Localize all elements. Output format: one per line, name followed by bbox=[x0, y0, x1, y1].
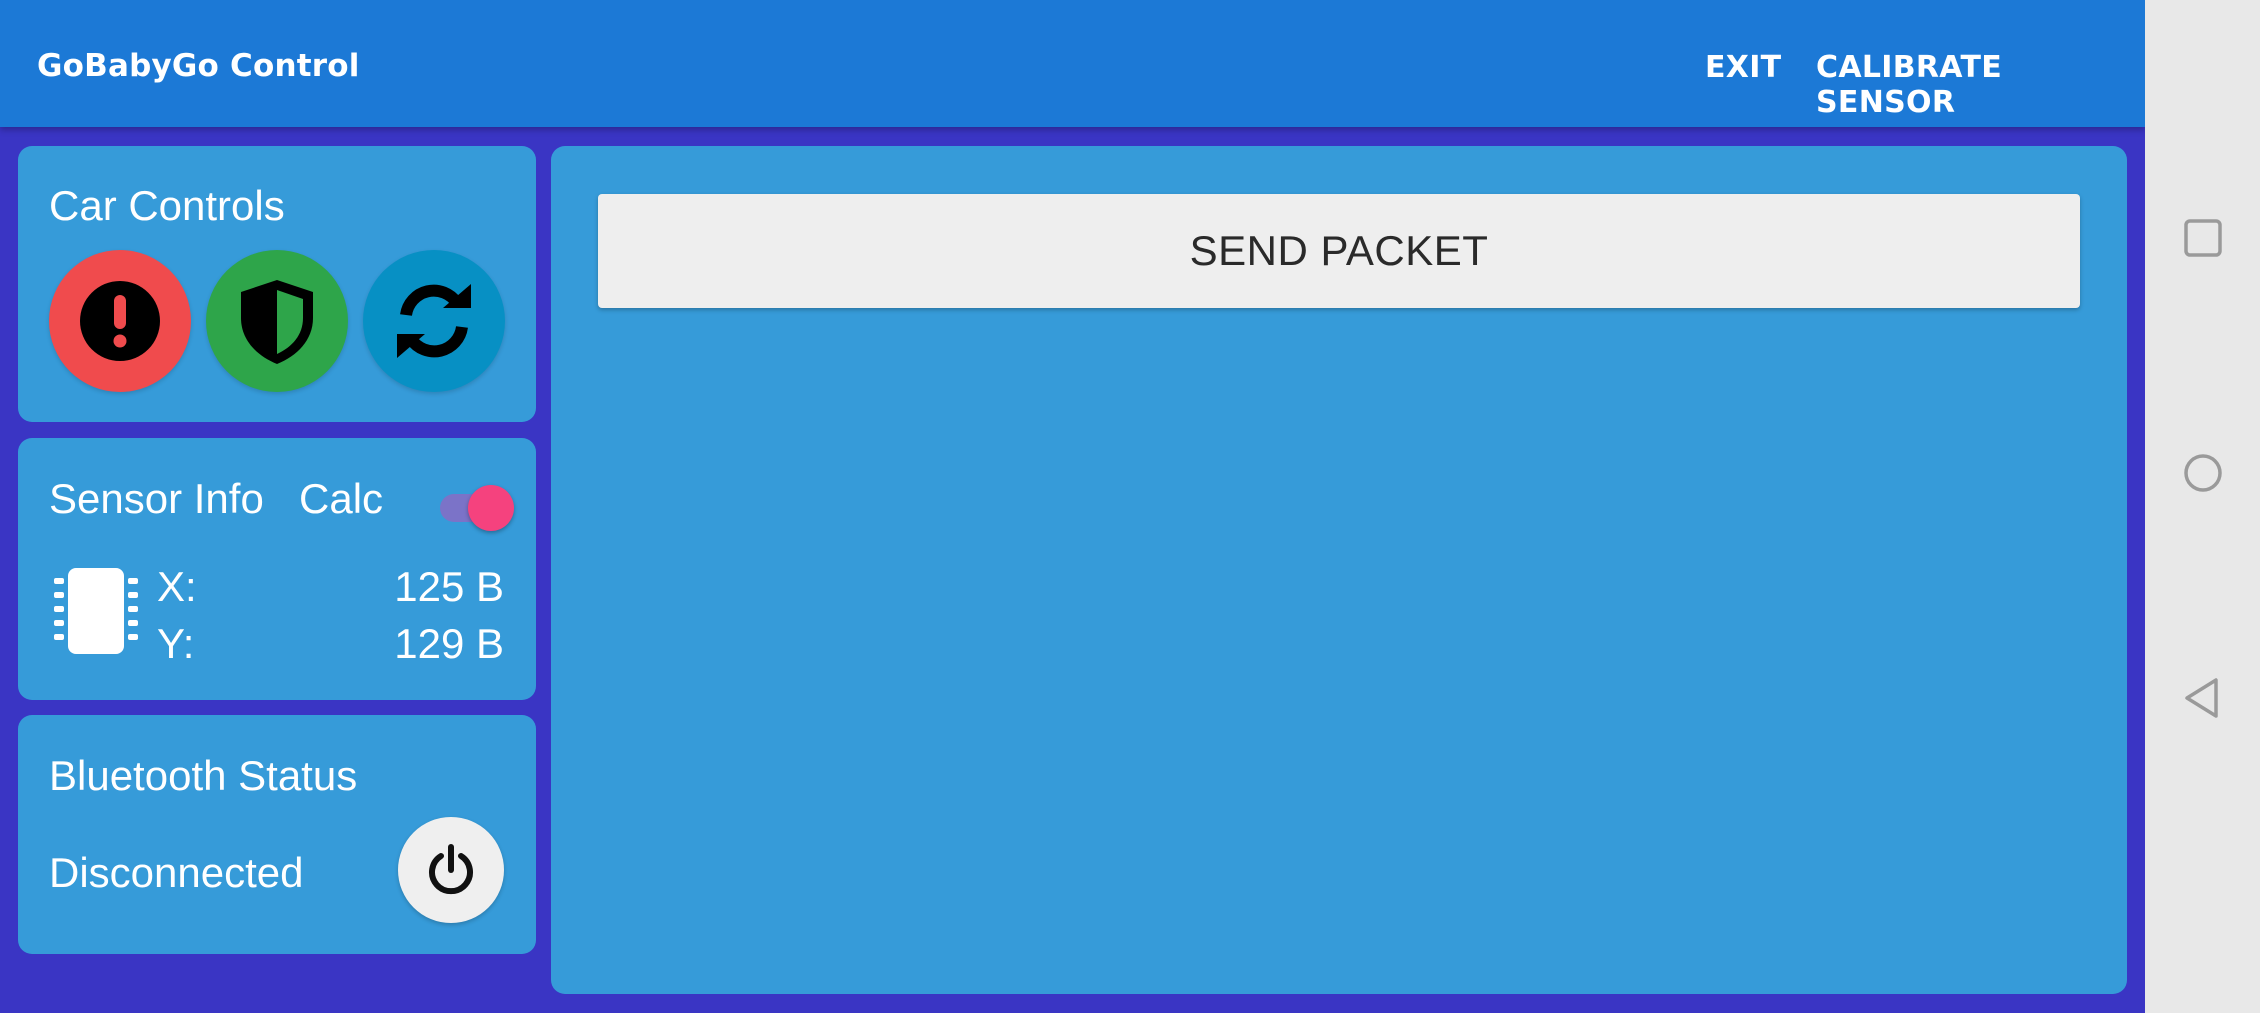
system-navigation-bar bbox=[2145, 0, 2260, 1013]
toggle-thumb bbox=[468, 485, 514, 531]
sync-icon bbox=[397, 284, 471, 358]
refresh-button[interactable] bbox=[363, 250, 505, 392]
shield-button[interactable] bbox=[206, 250, 348, 392]
bluetooth-status-text: Disconnected bbox=[49, 849, 304, 896]
send-packet-button[interactable]: SEND PACKET bbox=[598, 194, 2080, 308]
sensor-info-title: Sensor Info bbox=[49, 475, 264, 522]
main-panel: SEND PACKET bbox=[551, 146, 2127, 994]
bluetooth-status-card: Bluetooth Status Disconnected bbox=[18, 715, 536, 954]
car-controls-card: Car Controls bbox=[18, 146, 536, 422]
shield-icon bbox=[241, 280, 313, 364]
calc-label: Calc bbox=[299, 475, 384, 522]
sensor-info-card: Sensor Info Calc X: 125 B Y: 129 B bbox=[18, 438, 536, 700]
y-label: Y: bbox=[157, 620, 195, 667]
home-icon[interactable] bbox=[2180, 450, 2226, 496]
x-label: X: bbox=[157, 563, 197, 610]
app-area: GoBabyGo Control EXIT CALIBRATE SENSOR C… bbox=[0, 0, 2145, 1013]
app-title: GoBabyGo Control bbox=[37, 48, 360, 84]
app-bar: GoBabyGo Control EXIT CALIBRATE SENSOR bbox=[0, 0, 2145, 127]
bluetooth-power-button[interactable] bbox=[398, 817, 504, 923]
back-icon[interactable] bbox=[2180, 675, 2226, 721]
car-controls-title: Car Controls bbox=[49, 182, 285, 229]
y-value: 129 B bbox=[394, 620, 504, 667]
emergency-stop-button[interactable] bbox=[49, 250, 191, 392]
calc-toggle[interactable] bbox=[420, 478, 516, 538]
calibrate-sensor-button[interactable]: CALIBRATE SENSOR bbox=[1816, 50, 2145, 120]
exit-button[interactable]: EXIT bbox=[1705, 50, 1781, 85]
chip-icon bbox=[54, 568, 138, 654]
recents-icon[interactable] bbox=[2180, 215, 2226, 261]
x-value: 125 B bbox=[394, 563, 504, 610]
bluetooth-status-title: Bluetooth Status bbox=[49, 752, 358, 799]
exclamation-circle-icon bbox=[80, 281, 160, 361]
power-icon bbox=[429, 844, 473, 895]
